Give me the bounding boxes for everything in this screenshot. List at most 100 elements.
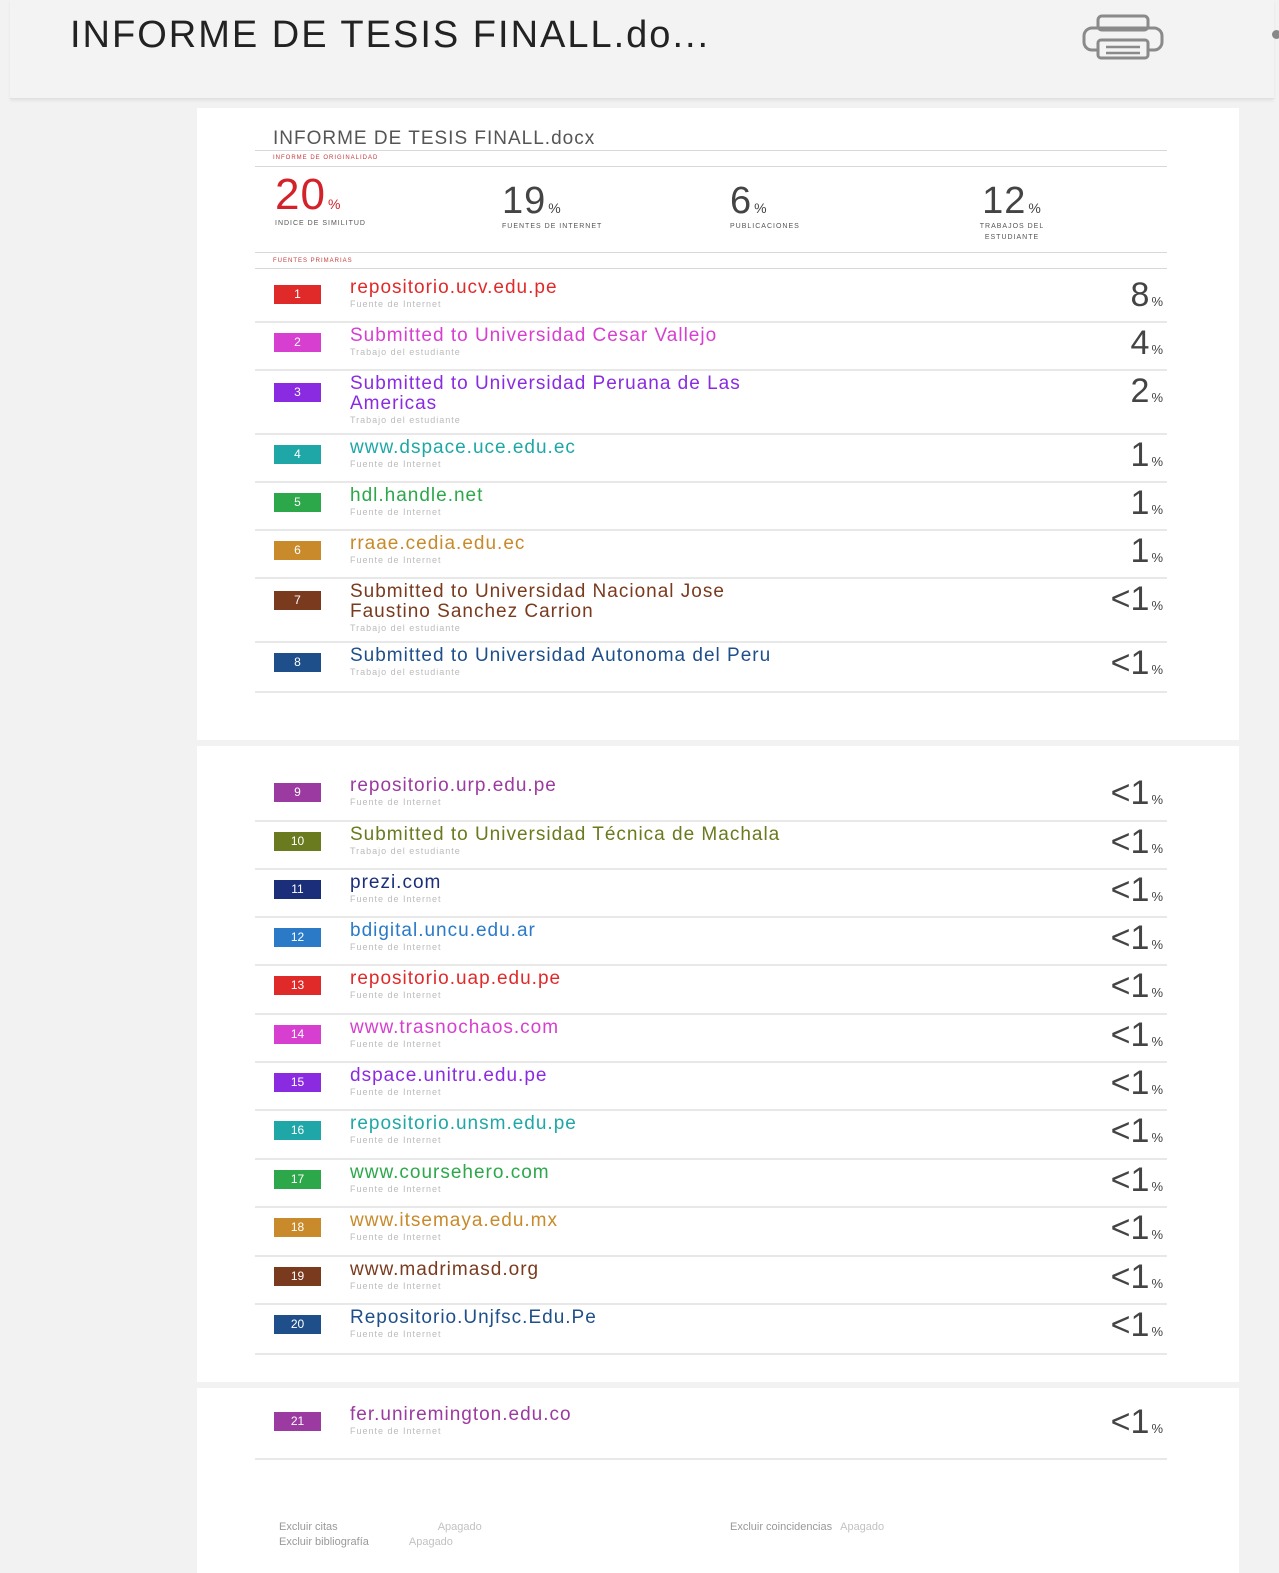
source-row[interactable]: 13 repositorio.uap.edu.pe Fuente de Intern… (255, 964, 1167, 1015)
internet-sources-value: 19 (502, 180, 547, 222)
source-percentage-value: <1 (1110, 967, 1150, 1005)
source-percentage-value: <1 (1110, 1016, 1150, 1054)
percent-sign: % (1151, 390, 1163, 405)
percent-sign: % (1151, 841, 1163, 856)
source-number-badge: 7 (274, 591, 321, 610)
source-type-label: Fuente de Internet (350, 1184, 442, 1194)
source-row[interactable]: 4 www.dspace.uce.edu.ec Fuente de Internet… (255, 433, 1167, 483)
report-page-1: INFORME DE TESIS FINALL.docx INFORME DE … (197, 108, 1239, 740)
source-percentage: <1% (1111, 644, 1163, 683)
source-percentage: 1% (1131, 532, 1163, 571)
source-number-badge: 8 (274, 653, 321, 672)
source-type-label: Fuente de Internet (350, 1039, 442, 1049)
source-row[interactable]: 11 prezi.com Fuente de Internet <1% (255, 868, 1167, 918)
source-percentage-value: 1 (1130, 532, 1150, 570)
percent-sign: % (1151, 1082, 1163, 1097)
source-percentage-value: 1 (1130, 484, 1150, 522)
source-row[interactable]: 12 bdigital.uncu.edu.ar Fuente de Internet… (255, 916, 1167, 966)
source-percentage: 8% (1131, 276, 1163, 315)
source-row[interactable]: 2 Submitted to Universidad Cesar Vallejo T… (255, 321, 1167, 371)
similarity-index-stat: 20% INDICE DE SIMILITUD (275, 170, 366, 229)
source-row[interactable]: 8 Submitted to Universidad Autonoma del P… (255, 641, 1167, 693)
source-row[interactable]: 18 www.itsemaya.edu.mx Fuente de Internet <… (255, 1206, 1167, 1257)
source-type-label: Fuente de Internet (350, 1232, 442, 1242)
source-percentage-value: <1 (1110, 774, 1150, 812)
source-row[interactable]: 6 rraae.cedia.edu.ec Fuente de Internet 1% (255, 529, 1167, 579)
source-link[interactable]: repositorio.unsm.edu.pe (350, 1114, 1030, 1134)
document-title: INFORME DE TESIS FINALL.do... (70, 14, 711, 56)
percent-sign: % (1151, 937, 1163, 952)
source-percentage-value: <1 (1110, 1403, 1150, 1441)
source-row[interactable]: 5 hdl.handle.net Fuente de Internet 1% (255, 481, 1167, 531)
source-number-badge: 18 (274, 1218, 321, 1237)
source-row[interactable]: 10 Submitted to Universidad Técnica de Ma… (255, 820, 1167, 870)
divider (255, 252, 1167, 253)
source-row[interactable]: 19 www.madrimasd.org Fuente de Internet <1% (255, 1255, 1167, 1305)
source-number-badge: 15 (274, 1073, 321, 1092)
source-percentage-value: <1 (1110, 1306, 1150, 1344)
source-percentage: <1% (1111, 774, 1163, 813)
source-row[interactable]: 14 www.trasnochaos.com Fuente de Internet <… (255, 1013, 1167, 1063)
source-link[interactable]: repositorio.urp.edu.pe (350, 776, 1030, 796)
source-number-badge: 16 (274, 1121, 321, 1140)
source-number-badge: 5 (274, 493, 321, 512)
source-link[interactable]: fer.uniremington.edu.co (350, 1405, 1030, 1425)
source-link[interactable]: Submitted to Universidad Autonoma del Pe… (350, 646, 1030, 666)
source-percentage-value: <1 (1110, 1209, 1150, 1247)
source-link[interactable]: www.madrimasd.org (350, 1260, 1030, 1280)
source-percentage-value: <1 (1110, 1112, 1150, 1150)
source-link[interactable]: www.coursehero.com (350, 1163, 1030, 1183)
source-percentage-value: <1 (1110, 580, 1150, 618)
source-type-label: Fuente de Internet (350, 990, 442, 1000)
source-row[interactable]: 1 repositorio.ucv.edu.pe Fuente de Interne… (255, 273, 1167, 323)
source-link[interactable]: www.dspace.uce.edu.ec (350, 438, 1030, 458)
source-percentage: <1% (1111, 1016, 1163, 1055)
source-row[interactable]: 16 repositorio.unsm.edu.pe Fuente de Inter… (255, 1109, 1167, 1160)
source-type-label: Fuente de Internet (350, 299, 442, 309)
source-type-label: Fuente de Internet (350, 1426, 442, 1436)
source-link[interactable]: repositorio.ucv.edu.pe (350, 278, 1030, 298)
exclude-quotes-setting: Excluir citas Apagado (279, 1521, 482, 1533)
print-button[interactable] (1078, 14, 1168, 60)
source-row[interactable]: 7 Submitted to Universidad Nacional Jose … (255, 577, 1167, 643)
source-row[interactable]: 3 Submitted to Universidad Peruana de Las… (255, 369, 1167, 435)
primary-sources-caption: FUENTES PRIMARIAS (273, 258, 353, 264)
source-row[interactable]: 15 dspace.unitru.edu.pe Fuente de Internet… (255, 1061, 1167, 1111)
source-percentage: <1% (1111, 823, 1163, 862)
source-number-badge: 10 (274, 832, 321, 851)
student-papers-label: TRABAJOS DEL ESTUDIANTE (979, 223, 1045, 241)
source-link[interactable]: Repositorio.Unjfsc.Edu.Pe (350, 1308, 1030, 1328)
source-link[interactable]: Submitted to Universidad Nacional Jose F… (350, 582, 1030, 622)
source-link[interactable]: dspace.unitru.edu.pe (350, 1066, 1030, 1086)
source-link[interactable]: www.itsemaya.edu.mx (350, 1211, 1030, 1231)
report-page-3: 21 fer.uniremington.edu.co Fuente de Inter… (197, 1388, 1239, 1573)
source-percentage: <1% (1111, 1112, 1163, 1151)
source-row[interactable]: 20 Repositorio.Unjfsc.Edu.Pe Fuente de Int… (255, 1303, 1167, 1355)
source-link[interactable]: hdl.handle.net (350, 486, 1030, 506)
source-link[interactable]: prezi.com (350, 873, 1030, 893)
source-link[interactable]: www.trasnochaos.com (350, 1018, 1030, 1038)
source-number-badge: 4 (274, 445, 321, 464)
source-type-label: Fuente de Internet (350, 942, 442, 952)
app-toolbar: INFORME DE TESIS FINALL.do... (10, 0, 1279, 99)
source-percentage: <1% (1111, 1258, 1163, 1297)
source-percentage-value: <1 (1110, 1161, 1150, 1199)
exclude-bibliography-label: Excluir bibliografía (279, 1536, 369, 1548)
source-link[interactable]: repositorio.uap.edu.pe (350, 969, 1030, 989)
report-title: INFORME DE TESIS FINALL.docx (273, 128, 596, 149)
percent-sign: % (1151, 1227, 1163, 1242)
percent-sign: % (1151, 1130, 1163, 1145)
source-link[interactable]: Submitted to Universidad Técnica de Mach… (350, 825, 1030, 845)
source-link[interactable]: Submitted to Universidad Peruana de Las … (350, 374, 1030, 414)
source-link[interactable]: Submitted to Universidad Cesar Vallejo (350, 326, 1030, 346)
divider (255, 166, 1167, 167)
percent-sign: % (1151, 889, 1163, 904)
source-row[interactable]: 17 www.coursehero.com Fuente de Internet <1… (255, 1158, 1167, 1208)
percent-sign: % (1151, 550, 1163, 565)
source-row[interactable]: 9 repositorio.urp.edu.pe Fuente de Interne… (255, 771, 1167, 822)
source-type-label: Trabajo del estudiante (350, 415, 461, 425)
overflow-menu-icon[interactable] (1272, 30, 1279, 39)
source-link[interactable]: rraae.cedia.edu.ec (350, 534, 1030, 554)
source-link[interactable]: bdigital.uncu.edu.ar (350, 921, 1030, 941)
source-row[interactable]: 21 fer.uniremington.edu.co Fuente de Inter… (255, 1400, 1167, 1460)
